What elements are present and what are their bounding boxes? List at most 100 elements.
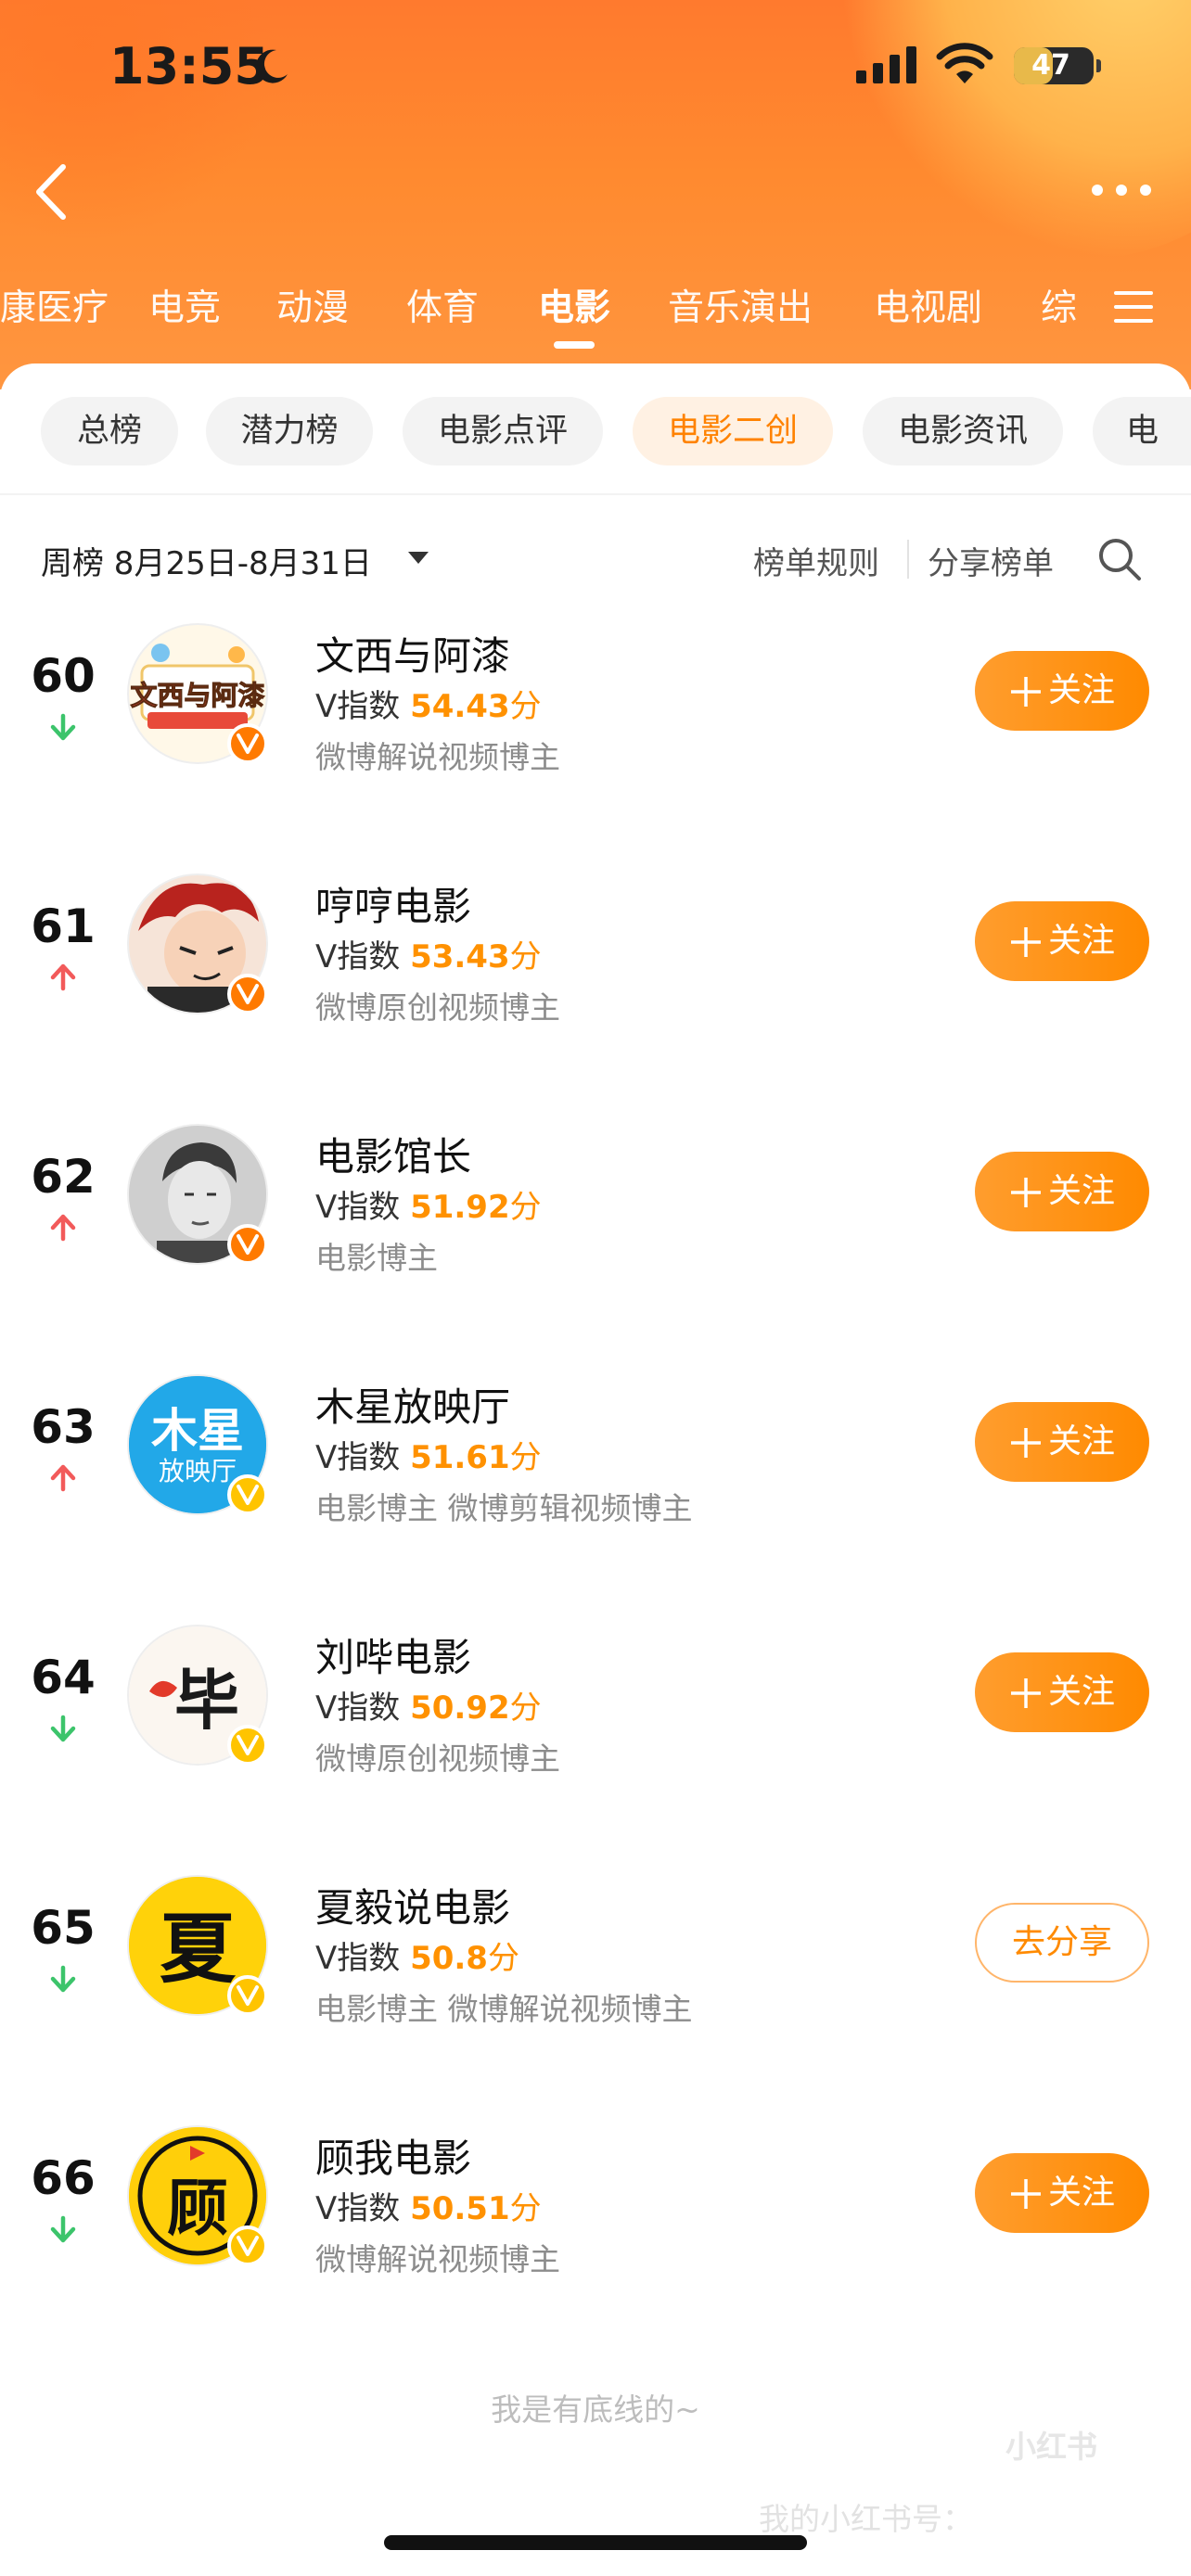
list-item[interactable]: 65 夏 夏毅说电影 V指数 50.8分 电影博主 微博解说视频博主 去分享 <box>0 1845 1191 2096</box>
follow-button[interactable]: 关注 <box>975 1152 1149 1231</box>
tab-movie[interactable]: 电影 <box>538 279 610 331</box>
tab-variety[interactable]: 综 <box>1041 279 1077 331</box>
verified-badge-icon <box>227 974 268 1014</box>
tab-esports[interactable]: 电竞 <box>148 279 221 331</box>
follow-button[interactable]: 关注 <box>975 901 1149 981</box>
category-tabs: 康医疗 电竞 动漫 体育 电影 音乐演出 电视剧 综 <box>0 274 1191 357</box>
tab-anime[interactable]: 动漫 <box>276 279 349 331</box>
account-name[interactable]: 电影馆长 <box>315 1126 471 1182</box>
rank-up-icon <box>50 1214 76 1242</box>
list-item[interactable]: 62 电影馆长 V指数 51.92分 电影博主 关注 <box>0 1094 1191 1345</box>
watermark-text: 我的小红书号： <box>759 2501 973 2537</box>
v-index: V指数 50.51分 <box>315 2183 542 2228</box>
follow-label: 关注 <box>1047 2174 1115 2212</box>
v-index-score: 54.43 <box>410 688 510 725</box>
v-index-score: 51.92 <box>410 1189 510 1226</box>
follow-label: 关注 <box>1047 1172 1115 1210</box>
tab-sports[interactable]: 体育 <box>406 279 479 331</box>
chip-more[interactable]: 电 <box>1093 397 1191 465</box>
avatar-text: 顾 <box>167 2172 228 2244</box>
follow-button[interactable]: 关注 <box>975 651 1149 731</box>
chip-overall[interactable]: 总榜 <box>41 397 178 465</box>
rank-number: 63 <box>31 1400 96 1454</box>
list-item[interactable]: 66 顾 顾我电影 V指数 50.51分 微博解说视频博主 关注 <box>0 2096 1191 2346</box>
account-description: 电影博主 微博解说视频博主 <box>315 1991 693 2027</box>
v-index-label: V指数 <box>315 688 401 725</box>
share-list-link[interactable]: 分享榜单 <box>928 538 1054 583</box>
follow-label: 关注 <box>1047 671 1115 709</box>
wifi-icon <box>936 43 993 83</box>
back-icon[interactable] <box>28 159 74 224</box>
rules-link[interactable]: 榜单规则 <box>753 538 879 583</box>
v-index: V指数 54.43分 <box>315 681 542 726</box>
subtab-chips: 总榜 潜力榜 电影点评 电影二创 电影资讯 电 <box>0 397 1191 471</box>
rank-number: 61 <box>31 899 96 953</box>
rank-down-icon <box>50 1965 76 1993</box>
account-description: 电影博主 微博剪辑视频博主 <box>315 1490 693 1526</box>
account-name[interactable]: 顾我电影 <box>315 2127 471 2184</box>
v-index: V指数 51.92分 <box>315 1181 542 1227</box>
share-button[interactable]: 去分享 <box>975 1903 1149 1983</box>
tab-tv-series[interactable]: 电视剧 <box>874 279 982 331</box>
verified-badge-icon <box>227 1474 268 1515</box>
period-selector[interactable]: 周榜 8月25日-8月31日 <box>41 538 372 583</box>
battery-indicator: 47 <box>1014 47 1101 84</box>
plus-icon <box>1010 1178 1041 1207</box>
chip-movie-news[interactable]: 电影资讯 <box>863 397 1063 465</box>
follow-button[interactable]: 关注 <box>975 1402 1149 1482</box>
account-name[interactable]: 哼哼电影 <box>315 875 471 932</box>
rank-down-icon <box>50 1715 76 1742</box>
v-index-unit: 分 <box>509 688 542 725</box>
v-index: V指数 53.43分 <box>315 931 542 976</box>
rank-down-icon <box>50 713 76 741</box>
signal-icon <box>856 46 916 83</box>
verified-badge-icon <box>227 723 268 764</box>
follow-button[interactable]: 关注 <box>975 2153 1149 2233</box>
chip-movie-review[interactable]: 电影点评 <box>403 397 603 465</box>
list-item[interactable]: 61 哼哼电影 V指数 53.43分 微博原创视频博主 关注 <box>0 844 1191 1094</box>
account-name[interactable]: 木星放映厅 <box>315 1376 510 1433</box>
avatar-subtext: 放映厅 <box>159 1456 237 1486</box>
v-index-label: V指数 <box>315 2190 401 2227</box>
account-name[interactable]: 文西与阿漆 <box>315 625 510 682</box>
home-indicator[interactable] <box>384 2535 807 2550</box>
divider <box>0 493 1191 495</box>
moon-icon <box>256 49 288 83</box>
v-index-unit: 分 <box>509 1439 542 1476</box>
follow-button[interactable]: 关注 <box>975 1652 1149 1732</box>
battery-nub <box>1096 59 1101 72</box>
more-icon[interactable] <box>1087 178 1156 202</box>
v-index-unit: 分 <box>509 1690 542 1727</box>
plus-icon <box>1010 2179 1041 2209</box>
v-index-label: V指数 <box>315 1940 401 1977</box>
plus-icon <box>1010 677 1041 707</box>
chip-potential[interactable]: 潜力榜 <box>206 397 373 465</box>
verified-badge-icon <box>227 1975 268 2016</box>
account-description: 微博解说视频博主 <box>315 2241 560 2277</box>
v-index-label: V指数 <box>315 1439 401 1476</box>
v-index: V指数 51.61分 <box>315 1432 542 1477</box>
chip-movie-fan-creation[interactable]: 电影二创 <box>633 397 833 465</box>
v-index-unit: 分 <box>509 1189 542 1226</box>
account-description: 微博原创视频博主 <box>315 989 560 1026</box>
menu-icon[interactable] <box>1114 289 1153 325</box>
account-name[interactable]: 刘哔电影 <box>315 1626 471 1683</box>
tab-health[interactable]: 康医疗 <box>0 279 109 331</box>
status-bar: 13:55 47 <box>0 33 1191 108</box>
rank-number: 66 <box>31 2151 96 2205</box>
v-index-label: V指数 <box>315 1690 401 1727</box>
v-index: V指数 50.8分 <box>315 1932 519 1978</box>
list-item[interactable]: 63 木星 放映厅 木星放映厅 V指数 51.61分 电影博主 微博剪辑视频博主… <box>0 1345 1191 1595</box>
account-description: 微博解说视频博主 <box>315 739 560 775</box>
account-description: 微博原创视频博主 <box>315 1741 560 1777</box>
search-icon[interactable] <box>1096 536 1143 582</box>
battery-level: 47 <box>1031 49 1070 82</box>
rank-up-icon <box>50 963 76 991</box>
account-name[interactable]: 夏毅说电影 <box>315 1877 510 1933</box>
list-item[interactable]: 64 毕 刘哔电影 V指数 50.92分 微博原创视频博主 关注 <box>0 1595 1191 1845</box>
avatar-text: 夏 <box>160 1906 237 1994</box>
list-item[interactable]: 60 文西与阿漆 文西与阿漆 V指数 54.43分 微博解说视频博主 关注 <box>0 593 1191 844</box>
tab-music-show[interactable]: 音乐演出 <box>668 279 813 331</box>
dropdown-caret-icon[interactable] <box>408 552 429 564</box>
follow-label: 关注 <box>1047 1422 1115 1460</box>
